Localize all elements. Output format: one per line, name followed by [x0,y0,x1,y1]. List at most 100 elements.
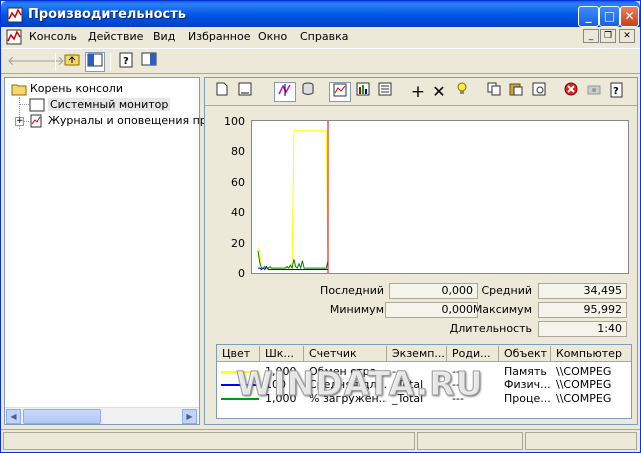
help-icon[interactable]: ? [116,52,136,72]
col-counter[interactable]: Счетчик [304,346,387,361]
view-log-data-icon[interactable] [297,82,319,102]
average-label: Средний [481,284,532,297]
monitor-toolbar: + ✕ ? [205,78,637,106]
object-cell: Память [504,365,547,378]
computer-cell: \\COMPEG [556,365,612,378]
instance-cell: _Total [392,378,424,391]
menu-favorites[interactable]: Избранное [188,30,250,43]
copy-properties-icon[interactable] [483,82,505,102]
last-value: 0,000 [389,283,478,299]
view-report-icon[interactable] [374,82,396,102]
tree-item-label: Системный монитор [48,98,171,111]
forward-arrow-icon[interactable]: 🡒 [30,52,65,72]
tree-item-system-monitor[interactable]: Системный монитор [29,97,171,113]
clear-display-icon[interactable] [234,82,256,102]
performance-app-icon [7,7,23,23]
col-instance[interactable]: Экземп... [387,346,447,361]
scroll-right-icon[interactable]: ▶ [182,409,197,424]
menu-help[interactable]: Справка [300,30,348,43]
new-counter-set-icon[interactable] [211,82,233,102]
color-swatch [221,384,259,386]
update-data-icon[interactable] [583,82,605,102]
toolbar-separator [110,53,111,71]
show-hide-action-pane-icon[interactable] [139,52,159,72]
y-tick-label: 40 [231,206,245,219]
highlight-icon[interactable] [451,82,473,102]
col-parent[interactable]: Роди... [447,346,499,361]
menu-console[interactable]: Консоль [29,30,77,43]
counter-cell: Обмен стра... [309,365,387,378]
status-pane [417,432,523,450]
y-tick-label: 80 [231,145,245,158]
duration-value: 1:40 [538,321,627,337]
graph-plot [257,121,329,273]
status-pane [525,432,637,450]
menu-action[interactable]: Действие [88,30,143,43]
tree-line [19,104,29,105]
folder-icon [11,84,27,96]
status-pane [3,432,415,450]
tree-item-logs-alerts[interactable]: Журналы и оповещения прои [29,113,221,129]
tree-item-console-root[interactable]: Корень консоли [11,81,123,97]
col-color[interactable]: Цвет [217,346,260,361]
window-title: Производительность [28,7,187,22]
tree-item-label: Корень консоли [30,82,123,95]
col-scale[interactable]: Шк... [260,346,304,361]
menu-window[interactable]: Окно [258,30,287,43]
logs-icon [30,114,42,128]
duration-label: Длительность [449,322,532,335]
show-hide-tree-icon[interactable] [85,52,105,72]
paste-counter-list-icon[interactable] [505,82,527,102]
svg-text:?: ? [123,56,129,67]
parent-cell: --- [452,365,464,378]
close-button[interactable]: ✕ [620,6,639,27]
view-graph-icon[interactable] [329,82,351,102]
toolbar-separator [55,53,56,71]
system-monitor-pane: + ✕ ? 100 80 60 40 20 0 Последний 0,000 … [204,77,638,425]
console-tree: Корень консоли Системный монитор + Журна… [4,77,221,425]
performance-graph[interactable] [251,120,629,274]
col-object[interactable]: Объект [499,346,551,361]
console-icon[interactable] [6,29,22,45]
chart-icon [29,98,45,112]
back-arrow-icon[interactable]: 🡐 [7,52,42,72]
series-line-2 [257,250,329,270]
counter-legend: Цвет Шк... Счетчик Экземп... Роди... Объ… [216,344,632,419]
properties-icon[interactable] [528,82,550,102]
help-icon[interactable]: ? [606,82,628,102]
delete-icon[interactable]: ✕ [428,82,450,102]
legend-row[interactable]: 1,000 Обмен стра... --- --- Память \\COM… [217,365,631,379]
mdi-close-button[interactable]: ✕ [619,29,635,43]
add-icon[interactable]: + [407,82,429,102]
expand-icon[interactable]: + [15,117,24,126]
color-swatch [221,398,259,400]
col-computer[interactable]: Компьютер [551,346,631,361]
mdi-minimize-button[interactable]: _ [583,29,599,43]
y-tick-label: 0 [238,267,245,280]
scale-cell: 1,000 [265,392,297,405]
tree-horizontal-scrollbar[interactable]: ◀ ▶ [5,407,199,424]
minimize-button[interactable]: _ [578,6,599,27]
mdi-restore-button[interactable]: ❐ [600,29,616,43]
scroll-left-icon[interactable]: ◀ [6,409,21,424]
minimum-label: Минимум [329,303,384,316]
view-current-activity-icon[interactable] [274,82,296,102]
parent-cell: --- [452,378,464,391]
view-histogram-icon[interactable] [352,82,374,102]
legend-row[interactable]: 1,000 % загружен... _Total --- Проце... … [217,392,631,406]
svg-text:?: ? [613,86,619,97]
title-bar[interactable]: Производительность _ □ ✕ [1,1,640,29]
scrollbar-thumb[interactable] [23,409,101,424]
object-cell: Физич... [504,378,551,391]
counter-cell: Средняя дл... [309,378,387,391]
instance-cell: _Total [392,392,424,405]
menu-view[interactable]: Вид [153,30,175,43]
freeze-display-icon[interactable] [560,82,582,102]
computer-cell: \\COMPEG [556,378,612,391]
computer-cell: \\COMPEG [556,392,612,405]
main-toolbar: 🡐 🡒 ? [1,48,640,74]
legend-row[interactable]: 100 Средняя дл... _Total --- Физич... \\… [217,378,631,392]
up-level-icon[interactable] [62,52,82,72]
counter-cell: % загружен... [309,392,387,405]
maximize-button[interactable]: □ [599,6,620,27]
